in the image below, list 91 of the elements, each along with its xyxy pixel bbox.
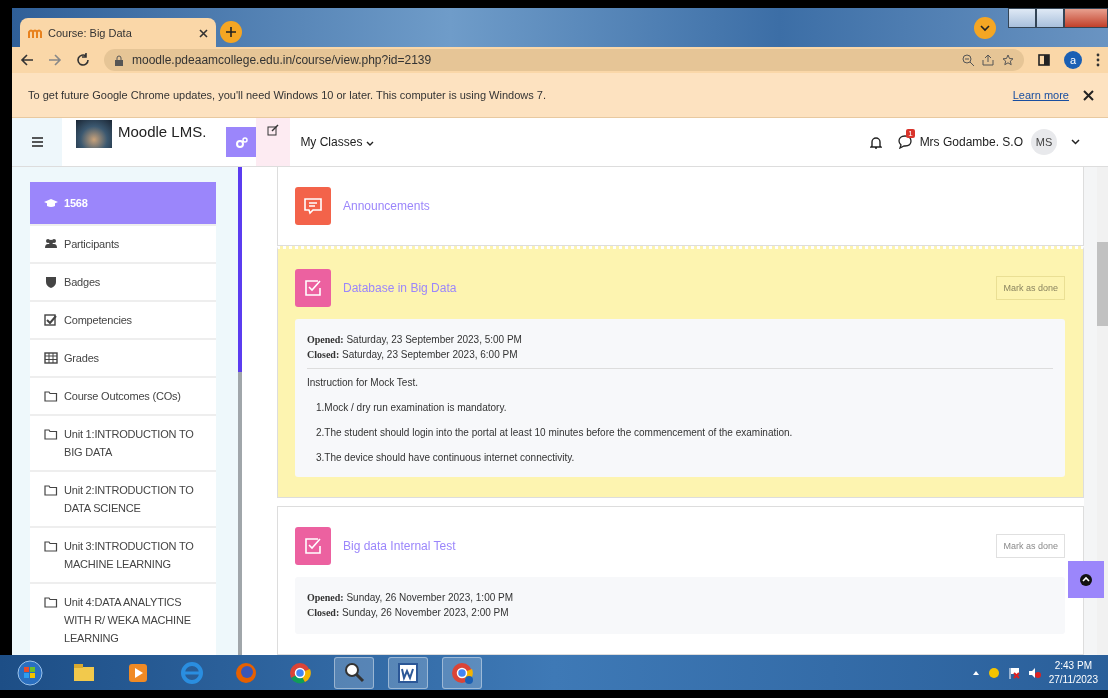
drawer-scrollbar[interactable] (238, 167, 242, 655)
chrome-icon (288, 660, 312, 685)
instruction-item: 3.The device should have continuous internet connectivity. (315, 452, 576, 463)
chat-bubble-icon[interactable] (897, 135, 912, 149)
side-panel-icon[interactable] (1038, 54, 1050, 66)
lock-icon (114, 54, 124, 66)
clock-time[interactable]: 2:43 PM (1048, 658, 1098, 673)
back-arrow-icon[interactable] (20, 53, 34, 67)
gears-icon (234, 136, 248, 148)
folder-icon (44, 596, 58, 608)
chevron-up-icon (1079, 572, 1093, 587)
taskbar-app[interactable] (334, 656, 374, 689)
logo-image[interactable] (76, 120, 112, 148)
folder-icon (44, 484, 58, 496)
edit-button[interactable] (256, 118, 291, 166)
address-bar[interactable]: moodle.pdeaamcollege.edu.in/course/view.php?id=2139 (104, 49, 1024, 71)
drawer-item[interactable]: Grades (30, 340, 216, 378)
speech-bubble-icon (303, 197, 323, 215)
users-icon (44, 238, 58, 250)
instruction-heading: Instruction for Mock Test. (307, 377, 419, 388)
star-icon[interactable] (1002, 54, 1014, 66)
minimize-button[interactable] (1008, 8, 1036, 28)
drawer-item[interactable]: Course Outcomes (COs) (30, 378, 216, 416)
close-icon (1083, 89, 1094, 101)
more-menu-icon[interactable] (1096, 53, 1100, 67)
checkbox-icon (304, 537, 322, 555)
menu-button[interactable] (12, 118, 62, 166)
checkbox-icon (304, 279, 322, 297)
back-to-top-button[interactable] (1068, 561, 1104, 598)
graduation-cap-icon (44, 197, 58, 209)
mark-as-done-button[interactable]: Mark as done (996, 276, 1065, 300)
url-text: moodle.pdeaamcollege.edu.in/course/view.php?id=2139 (132, 53, 433, 67)
forward-arrow-icon[interactable] (48, 53, 62, 67)
learn-more-link[interactable]: Learn more (1012, 89, 1069, 101)
reload-icon[interactable] (76, 53, 90, 67)
shield-icon (44, 276, 58, 288)
plus-icon (225, 26, 237, 38)
maximize-button[interactable] (1036, 8, 1064, 28)
drawer-item[interactable]: Unit 1:INTRODUCTION TO BIG DATA (30, 416, 216, 472)
clock-date[interactable]: 27/11/2023 (1048, 672, 1098, 687)
page-scrollbar[interactable] (1097, 167, 1108, 655)
table-icon (44, 352, 58, 364)
my-classes-menu[interactable]: My Classes (300, 135, 374, 149)
close-icon (199, 28, 208, 38)
magnifier-icon (342, 660, 366, 685)
drawer-item[interactable]: Badges (30, 264, 216, 302)
chevron-down-icon (980, 24, 990, 32)
show-hidden-icon[interactable] (971, 669, 980, 676)
caret-icon (365, 141, 374, 146)
browser-tab[interactable]: Course: Big Data (20, 18, 216, 47)
date-text: Closed: Sunday, 26 November 2023, 2:00 PM (307, 606, 510, 620)
user-avatar[interactable]: MS (1031, 129, 1057, 155)
drawer-item[interactable]: Competencies (30, 302, 216, 340)
site-name[interactable]: Moodle LMS. (118, 122, 207, 140)
new-tab-button[interactable] (220, 21, 242, 43)
checkbox-icon (44, 314, 58, 326)
bell-icon[interactable] (869, 135, 882, 149)
letter-e-icon (180, 660, 204, 685)
speaker-icon[interactable] (1027, 666, 1041, 679)
caret-icon[interactable] (1071, 139, 1080, 145)
user-name[interactable]: Mrs Godambe. S.O (919, 135, 1023, 149)
folder-icon (44, 428, 58, 440)
settings-button[interactable] (226, 127, 257, 157)
close-window-button[interactable] (1064, 8, 1108, 28)
word-document-icon (396, 660, 420, 685)
share-icon[interactable] (982, 54, 994, 66)
zoom-out-icon[interactable] (962, 54, 974, 66)
profile-avatar[interactable]: a (1064, 51, 1082, 69)
taskbar-app[interactable] (388, 656, 428, 689)
edit-icon (267, 124, 280, 136)
drawer-item[interactable]: Participants (30, 226, 216, 264)
menu-icon (31, 137, 43, 147)
tab-search-button[interactable] (974, 17, 996, 39)
tray-app-icon[interactable] (987, 666, 1000, 679)
date-text: Opened: Sunday, 26 November 2023, 1:00 PM (307, 591, 515, 605)
flag-icon[interactable] (1007, 666, 1020, 679)
message-count-badge: 1 (906, 129, 915, 138)
tab-title: Course: Big Data (48, 26, 133, 39)
drawer-item[interactable]: Unit 3:INTRODUCTION TO MACHINE LEARNING (30, 528, 216, 584)
drawer-item[interactable]: Unit 4:DATA ANALYTICS WITH R/ WEKA MACHINE LEARNING (30, 584, 216, 655)
chrome-profile-icon (450, 660, 474, 685)
drawer-item[interactable]: Unit 2:INTRODUCTION TO DATA SCIENCE (30, 472, 216, 528)
info-message: To get future Google Chrome updates, you'll need Windows 10 or later. This computer is using Windows 7. (28, 89, 547, 101)
date-text: Closed: Saturday, 23 September 2023, 6:00 PM (307, 348, 519, 362)
folder-icon (44, 390, 58, 402)
windows-logo-icon (17, 659, 43, 686)
date-text: Opened: Saturday, 23 September 2023, 5:00 PM (307, 333, 523, 347)
instruction-item: 1.Mock / dry run examination is mandatory. (315, 402, 508, 413)
instruction-item: 2.The student should login into the portal at least 10 minutes before the commencement of the examination. (315, 427, 794, 438)
mark-as-done-button[interactable]: Mark as done (996, 534, 1065, 558)
folder-icon (44, 540, 58, 552)
